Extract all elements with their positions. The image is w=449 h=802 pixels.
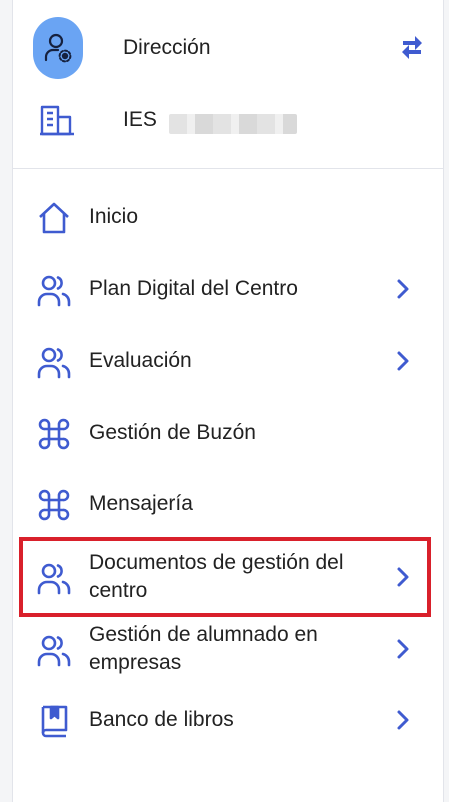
navigation-drawer: Dirección IES Inicio Plan Digital del Ce… [12, 0, 444, 802]
profile-row: Dirección [13, 17, 443, 79]
menu-item-banco-libros[interactable]: Banco de libros [13, 690, 443, 750]
menu-item-mensajeria[interactable]: Mensajería [13, 474, 443, 534]
users-icon [37, 273, 71, 307]
menu-item-plan-digital[interactable]: Plan Digital del Centro [13, 259, 443, 319]
school-name: IES [123, 108, 157, 131]
divider [13, 168, 443, 169]
swap-arrows-icon[interactable] [399, 30, 425, 62]
avatar[interactable] [33, 17, 83, 79]
users-icon [37, 561, 71, 595]
menu-item-label: Banco de libros [89, 708, 234, 731]
home-icon [37, 201, 71, 235]
menu-item-label: Documentos de gestión del centro [89, 551, 344, 602]
menu-item-alumnado-empresas[interactable]: Gestión de alumnado en empresas [13, 619, 443, 679]
building-icon [39, 104, 75, 136]
role-label: Dirección [123, 36, 211, 59]
menu-item-inicio[interactable]: Inicio [13, 187, 443, 247]
menu-item-label: Plan Digital del Centro [89, 277, 298, 300]
chevron-right-icon [393, 565, 413, 589]
command-icon [37, 417, 71, 451]
menu-item-label: Mensajería [89, 492, 193, 515]
menu-item-label: Gestión de Buzón [89, 421, 256, 444]
menu-item-label: Inicio [89, 205, 139, 228]
command-icon [37, 488, 71, 522]
menu-item-label: Gestión de alumnado en empresas [89, 623, 318, 674]
menu-item-label: Evaluación [89, 349, 192, 372]
redacted-school-name [169, 114, 297, 134]
users-icon [37, 633, 71, 667]
chevron-right-icon [393, 637, 413, 661]
menu-item-evaluacion[interactable]: Evaluación [13, 331, 443, 391]
menu-item-buzon[interactable]: Gestión de Buzón [13, 403, 443, 463]
user-gear-icon [44, 33, 72, 63]
chevron-right-icon [393, 708, 413, 732]
menu-item-documentos-gestion[interactable]: Documentos de gestión del centro [13, 547, 443, 607]
chevron-right-icon [393, 277, 413, 301]
chevron-right-icon [393, 349, 413, 373]
book-icon [37, 704, 71, 738]
school-row[interactable]: IES [13, 100, 443, 142]
users-icon [37, 345, 71, 379]
